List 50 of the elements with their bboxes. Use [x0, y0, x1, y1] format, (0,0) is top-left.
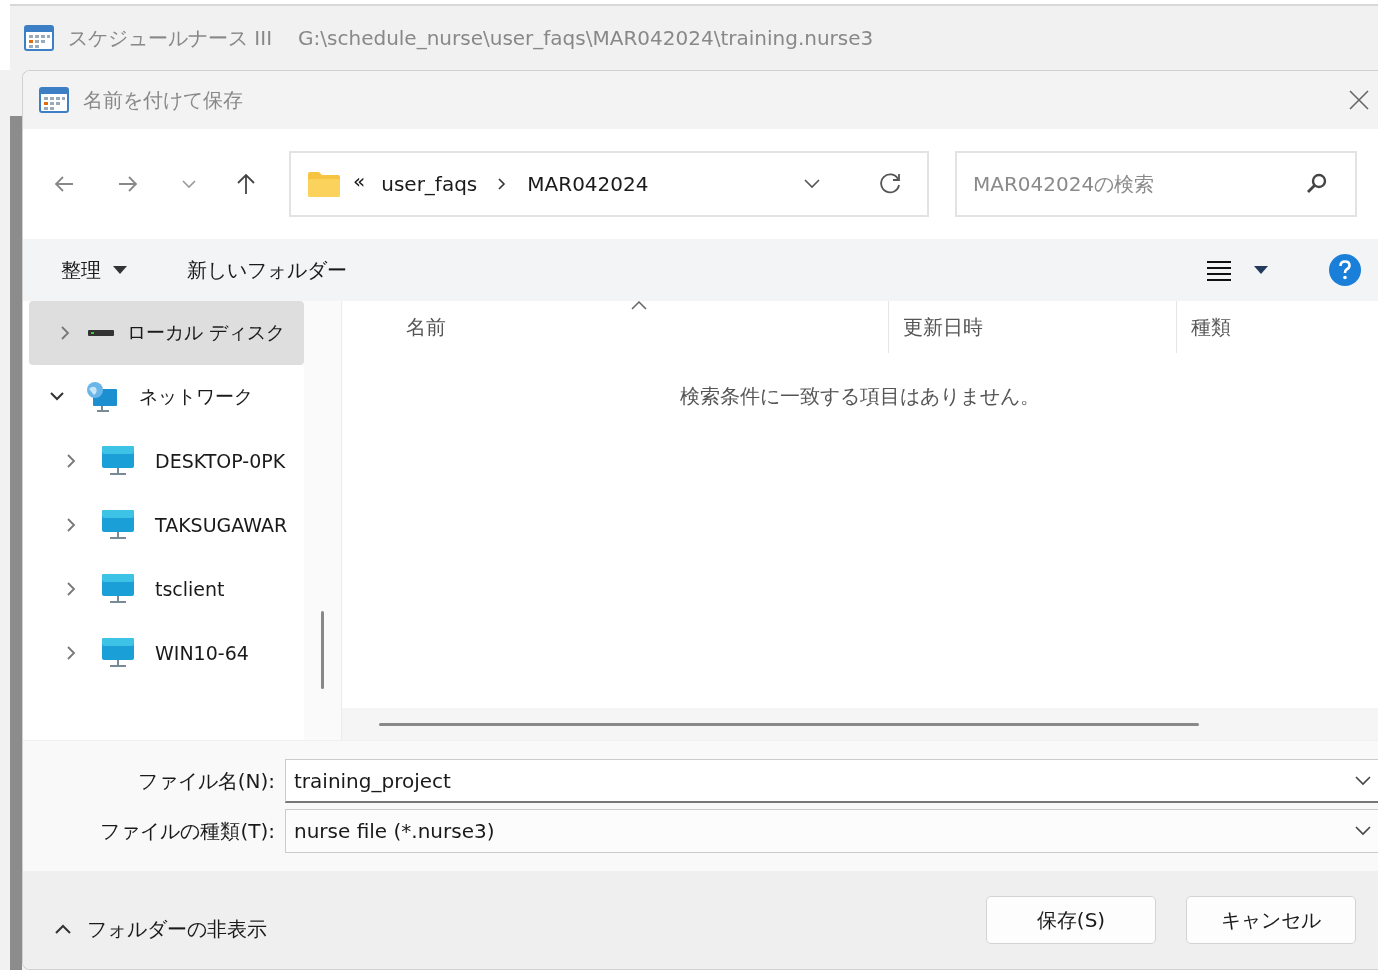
dialog-title: 名前を付けて保存	[83, 86, 244, 114]
tree-item[interactable]: ローカル ディスク	[29, 301, 304, 365]
overflow-chevrons[interactable]: «	[353, 169, 366, 193]
field-label: ファイル名(N):	[136, 767, 276, 795]
calendar-icon	[39, 86, 69, 114]
tree-item[interactable]: ネットワーク	[29, 365, 304, 429]
tree-item[interactable]: WIN10-64	[29, 621, 304, 685]
tree-item[interactable]: TAKSUGAWAR	[29, 493, 304, 557]
chevron-right-icon	[497, 177, 508, 191]
address-bar[interactable]: « user_faqs MAR042024	[289, 151, 929, 217]
file-type-dropdown[interactable]: nurse file (*.nurse3)	[285, 809, 1378, 853]
filename-field[interactable]: training_project	[285, 759, 1378, 803]
column-header[interactable]: 更新日時	[889, 301, 1177, 353]
computer-icon	[101, 509, 135, 541]
chevron-down-icon[interactable]	[1354, 825, 1372, 837]
dialog-button[interactable]: キャンセル	[1186, 896, 1356, 944]
menu-icon[interactable]	[1206, 259, 1232, 281]
chevron-down-icon[interactable]	[1354, 775, 1372, 787]
caret-icon[interactable]	[1254, 266, 1268, 274]
close-icon[interactable]	[1348, 89, 1370, 111]
chevron-down-icon[interactable]	[803, 178, 821, 190]
scrollbar-thumb[interactable]	[321, 611, 324, 689]
file-path: G:\schedule_nurse\user_faqs\MAR042024\training.nurse3	[298, 26, 874, 50]
drive-icon	[87, 328, 115, 338]
search-field[interactable]: MAR042024の検索	[955, 151, 1357, 217]
folder-icon	[307, 170, 341, 198]
dialog-button[interactable]: 保存(S)	[986, 896, 1156, 944]
up-arrow-icon[interactable]	[235, 172, 257, 196]
help-icon[interactable]	[1328, 253, 1362, 287]
new-folder-button[interactable]: 新しいフォルダー	[177, 250, 357, 290]
hide-folders-button[interactable]: フォルダーの非表示	[49, 914, 273, 944]
column-header[interactable]: 名前	[342, 301, 889, 353]
empty-message: 検索条件に一致する項目はありません。	[680, 383, 1040, 410]
breadcrumb-segment[interactable]: MAR042024	[527, 172, 649, 196]
sort-caret-icon	[631, 301, 648, 310]
column-header[interactable]: 種類	[1177, 301, 1378, 353]
calendar-icon	[24, 24, 54, 52]
app-title: スケジュールナース III	[68, 24, 273, 52]
scrollbar-thumb[interactable]	[379, 722, 1199, 726]
caret-icon	[113, 266, 127, 274]
tree-item[interactable]: tsclient	[29, 557, 304, 621]
breadcrumb-segment[interactable]: user_faqs	[381, 172, 478, 196]
computer-icon	[101, 573, 135, 605]
field-label: ファイルの種類(T):	[99, 817, 276, 845]
computer-icon	[101, 445, 135, 477]
network-icon	[85, 380, 119, 414]
computer-icon	[101, 637, 135, 669]
chevron-up-icon	[55, 924, 71, 934]
organize-button[interactable]: 整理	[51, 250, 137, 290]
tree-item[interactable]: DESKTOP-0PK	[29, 429, 304, 493]
